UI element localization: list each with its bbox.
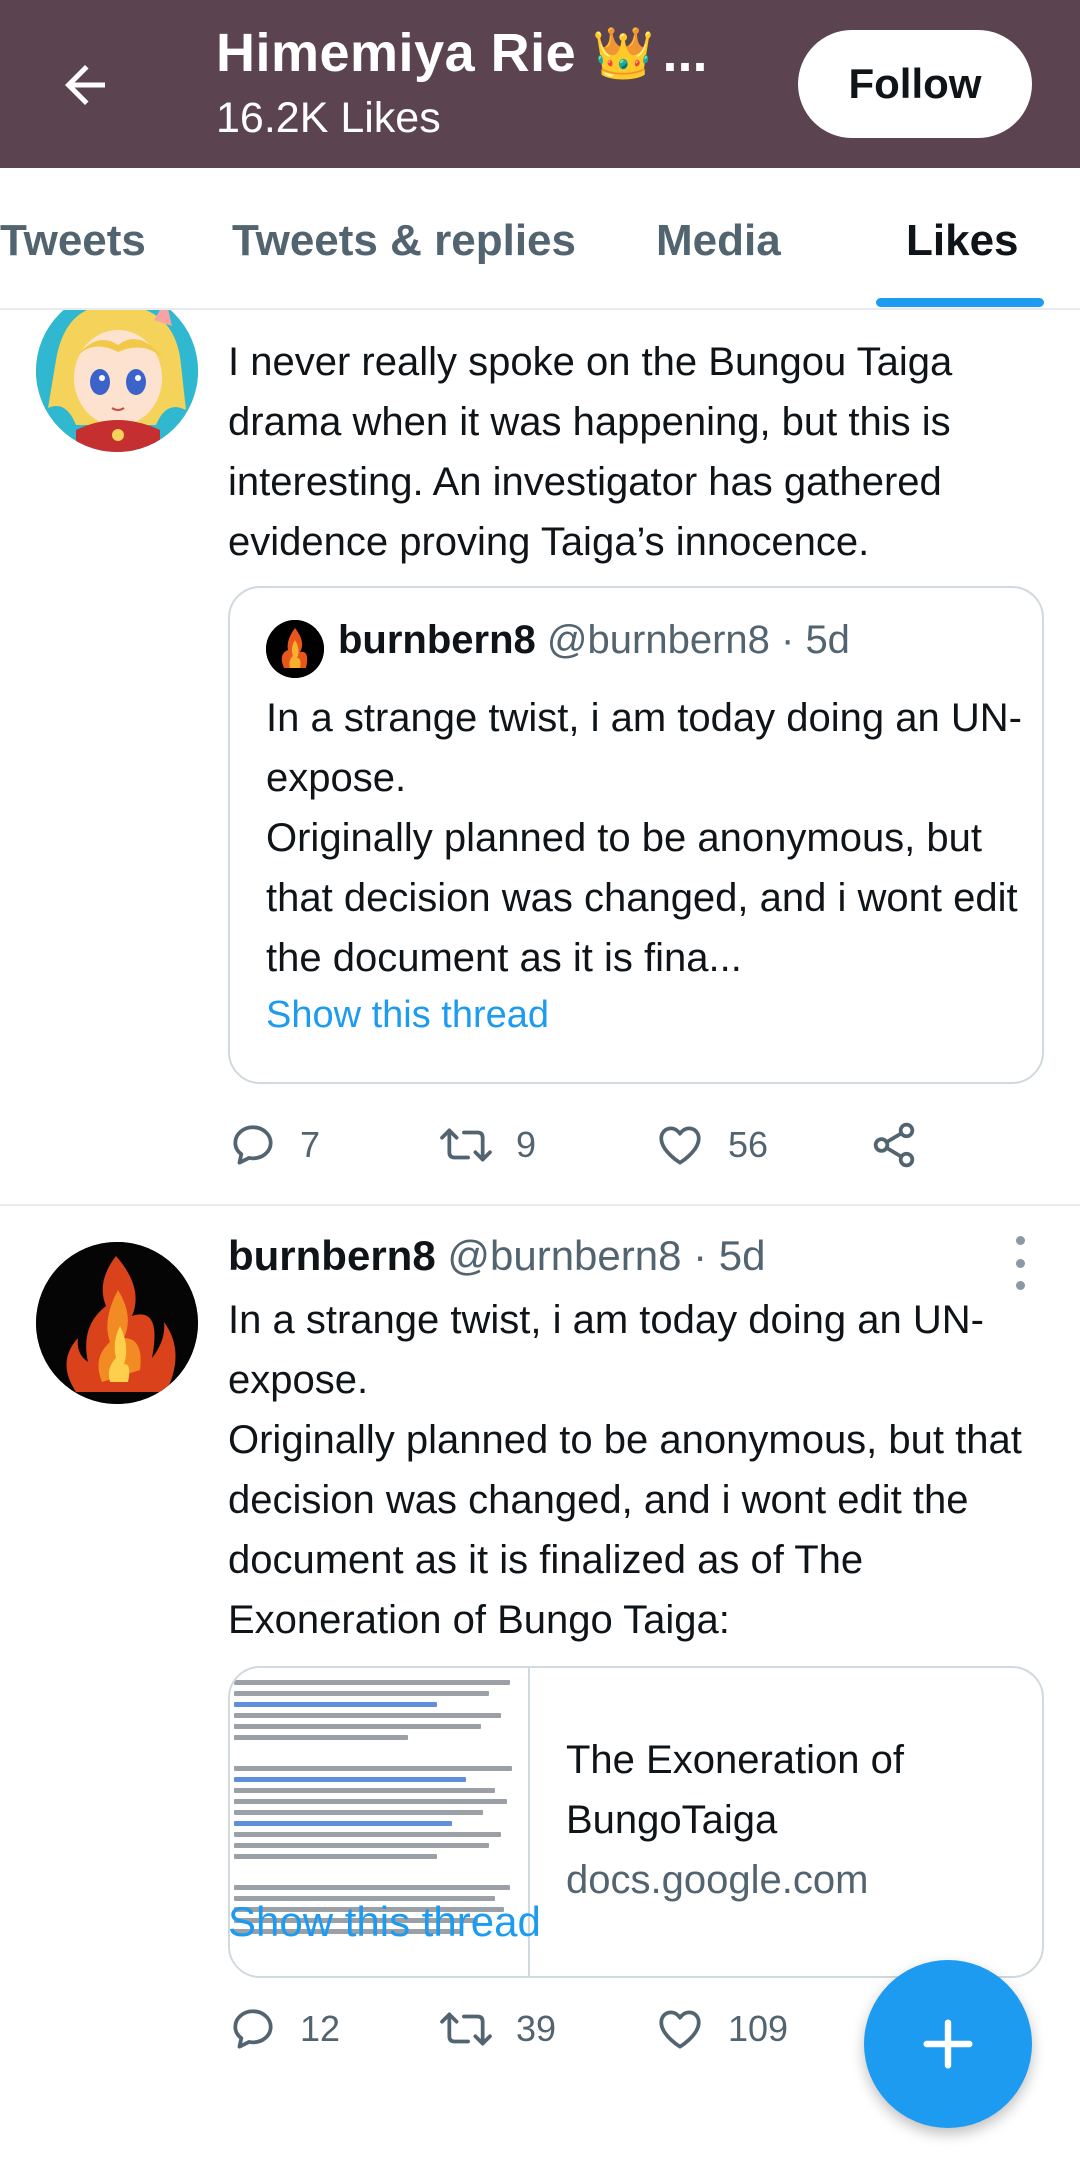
retweet-button[interactable]: 39 bbox=[438, 1994, 556, 2064]
share-icon bbox=[873, 1122, 915, 1168]
tweet-text: I never really spoke on the Bungou Taiga… bbox=[228, 340, 953, 564]
profile-header: Himemiya Rie 👑 ... 16.2K Likes Follow bbox=[0, 0, 1080, 168]
back-arrow-icon bbox=[65, 65, 105, 105]
more-icon[interactable] bbox=[1008, 1236, 1032, 1290]
tweet-divider bbox=[0, 1204, 1080, 1206]
title-ellipsis: ... bbox=[662, 23, 708, 83]
like-icon bbox=[659, 1126, 701, 1165]
reply-icon bbox=[233, 1125, 273, 1165]
tab-tweets[interactable]: Tweets bbox=[0, 216, 146, 266]
quoted-header: burnbern8 @burnbern8 · 5d bbox=[338, 618, 850, 663]
retweet-icon bbox=[440, 1128, 492, 1162]
link-card-title: The Exoneration of BungoTaiga bbox=[566, 1738, 904, 1842]
back-button[interactable] bbox=[50, 50, 120, 120]
reply-count: 7 bbox=[300, 1124, 321, 1165]
handle-time: @burnbern8 · 5d bbox=[447, 1232, 766, 1279]
retweet-button[interactable]: 9 bbox=[438, 1110, 536, 1180]
retweet-count: 9 bbox=[516, 1124, 537, 1165]
crown-emoji: 👑 bbox=[592, 24, 655, 82]
like-count: 109 bbox=[728, 2008, 789, 2049]
display-name[interactable]: burnbern8 bbox=[228, 1232, 436, 1279]
quoted-tweet-card[interactable]: burnbern8 @burnbern8 · 5d In a strange t… bbox=[228, 586, 1044, 1084]
avatar[interactable] bbox=[36, 310, 198, 452]
retweet-icon bbox=[440, 2012, 492, 2046]
follow-button[interactable]: Follow bbox=[798, 30, 1032, 138]
compose-button[interactable] bbox=[864, 1960, 1032, 2128]
retweet-count: 39 bbox=[516, 2008, 557, 2049]
quoted-avatar bbox=[266, 620, 324, 678]
tweet-header: burnbern8 @burnbern8 · 5d bbox=[228, 1232, 766, 1280]
header-title-block: Himemiya Rie 👑 ... 16.2K Likes bbox=[216, 22, 756, 143]
like-count: 56 bbox=[728, 1124, 769, 1165]
show-thread-link[interactable]: Show this thread bbox=[228, 1898, 541, 1946]
reply-button[interactable]: 7 bbox=[228, 1110, 320, 1180]
tweet-actions: 7 9 56 bbox=[228, 1110, 1048, 1180]
link-card-domain: docs.google.com bbox=[566, 1858, 869, 1902]
quoted-display-name: burnbern8 bbox=[338, 618, 536, 662]
fire-avatar-image bbox=[36, 1242, 198, 1404]
compose-plus-icon bbox=[923, 2019, 973, 2069]
like-button[interactable]: 56 bbox=[654, 1110, 768, 1180]
share-button[interactable] bbox=[868, 1110, 920, 1180]
reply-count: 12 bbox=[300, 2008, 341, 2049]
reply-icon bbox=[233, 2009, 273, 2049]
like-button[interactable]: 109 bbox=[654, 1994, 788, 2064]
tweet-feed[interactable]: I never really spoke on the Bungou Taiga… bbox=[0, 310, 1080, 2178]
like-icon bbox=[659, 2010, 701, 2049]
likes-count: 16.2K Likes bbox=[216, 94, 441, 142]
tweet-text: In a strange twist, i am today doing an … bbox=[228, 1298, 1022, 1642]
avatar[interactable] bbox=[36, 1242, 198, 1404]
tab-likes[interactable]: Likes bbox=[906, 216, 1019, 266]
quoted-show-thread-link[interactable]: Show this thread bbox=[266, 994, 549, 1037]
quoted-handle-time: @burnbern8 · 5d bbox=[546, 618, 850, 662]
reply-button[interactable]: 12 bbox=[228, 1994, 340, 2064]
profile-tabs: Tweets Tweets & replies Media Likes bbox=[0, 168, 1080, 310]
quoted-text: In a strange twist, i am today doing an … bbox=[266, 696, 1022, 980]
tab-tweets-replies[interactable]: Tweets & replies bbox=[232, 216, 576, 266]
profile-name: Himemiya Rie bbox=[216, 23, 577, 83]
fire-avatar-image bbox=[266, 620, 324, 678]
active-tab-indicator bbox=[876, 298, 1044, 307]
tab-media[interactable]: Media bbox=[656, 216, 781, 266]
anime-avatar-image bbox=[36, 310, 198, 452]
